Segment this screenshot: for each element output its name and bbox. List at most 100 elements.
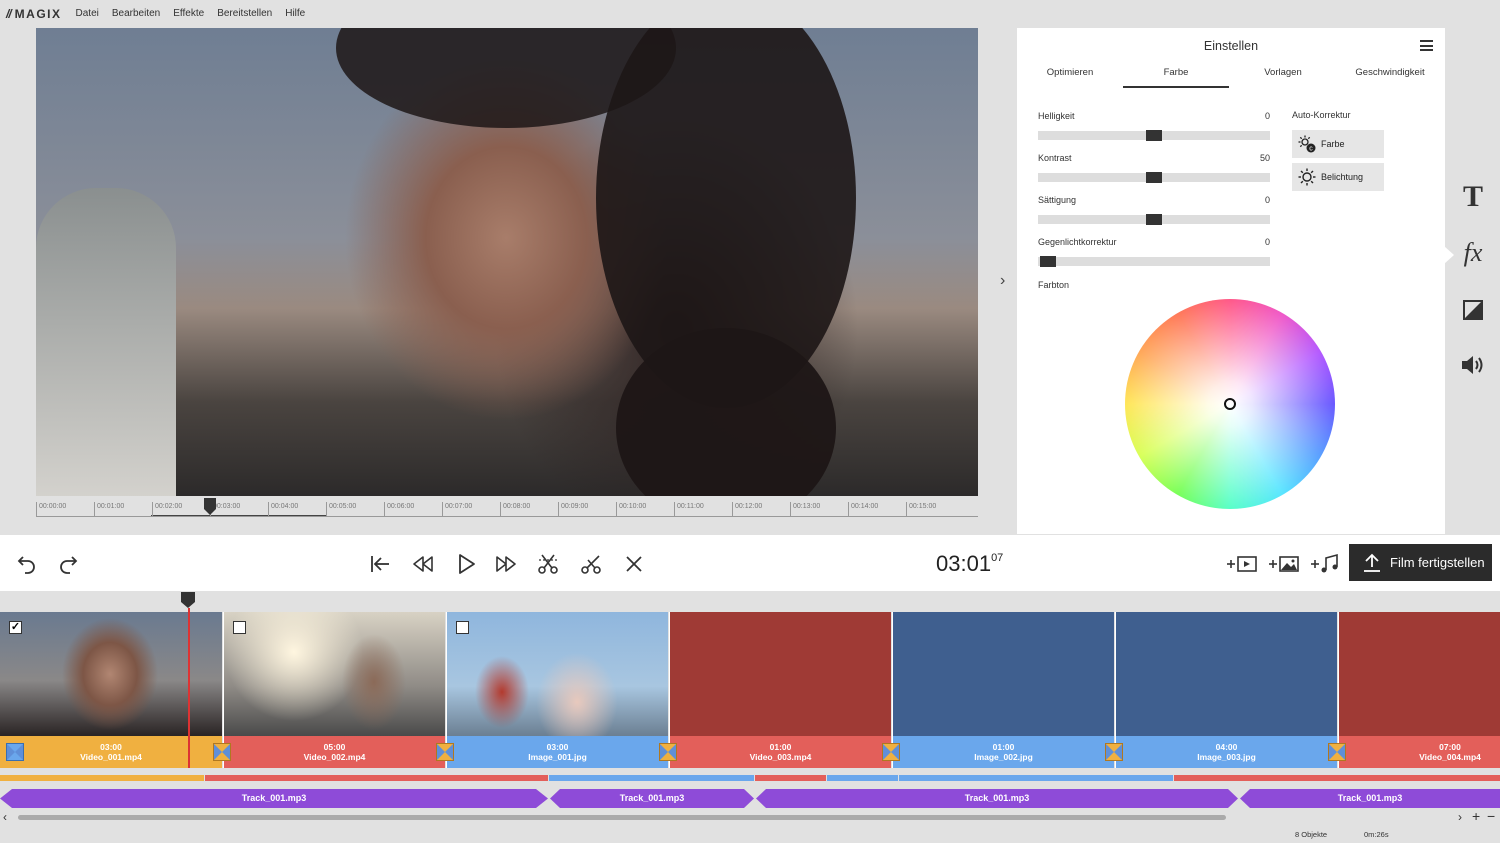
add-video-icon[interactable] <box>1226 552 1258 576</box>
scissors-icon[interactable] <box>579 552 603 576</box>
ruler-tick: 00:02:00 <box>152 502 182 516</box>
delete-close-icon[interactable] <box>622 552 646 576</box>
ruler-tick: 00:11:00 <box>674 502 704 516</box>
ruler-tick: 00:15:00 <box>906 502 936 516</box>
overview-segment <box>549 775 754 781</box>
timeline-clip[interactable]: 05:00 Video_002.mp4 <box>223 612 445 768</box>
auto-belichtung-button[interactable]: Belichtung <box>1292 163 1384 191</box>
hue-label: Farbton <box>1038 280 1070 290</box>
volume-icon[interactable] <box>1460 354 1486 376</box>
overview-segment <box>1174 775 1500 781</box>
ruler-tick: 00:00:00 <box>36 502 66 516</box>
scroll-right-chevron-icon[interactable]: › <box>1458 810 1462 824</box>
color-correction-icon[interactable] <box>1463 300 1483 320</box>
slider-label-kontrast: Kontrast <box>1038 153 1072 163</box>
zoom-in-icon[interactable]: + <box>1472 808 1480 824</box>
scroll-left-chevron-icon[interactable]: ‹ <box>3 810 7 824</box>
menu-effekte[interactable]: Effekte <box>173 8 204 19</box>
slider-label-saettigung: Sättigung <box>1038 195 1077 205</box>
preview-playhead-handle[interactable] <box>203 498 217 516</box>
tab-optimieren[interactable]: Optimieren <box>1017 67 1123 86</box>
audio-clip[interactable]: Track_001.mp3 <box>1240 789 1500 808</box>
tab-vorlagen[interactable]: Vorlagen <box>1230 67 1336 86</box>
text-icon[interactable]: T <box>1458 180 1488 214</box>
timeline-clip[interactable]: 01:00 Image_002.jpg <box>892 612 1114 768</box>
saettigung-slider[interactable] <box>1038 214 1270 225</box>
hamburger-menu-icon[interactable] <box>1420 40 1433 51</box>
gegenlichtkorrektur-slider[interactable] <box>1038 256 1270 267</box>
hue-wheel-cursor[interactable] <box>1224 398 1236 410</box>
slider-knob[interactable] <box>1146 214 1162 225</box>
timeline-clip[interactable]: 04:00 Image_003.jpg <box>1115 612 1337 768</box>
zoom-out-icon[interactable]: − <box>1487 808 1495 824</box>
audio-clip[interactable]: Track_001.mp3 <box>550 789 754 808</box>
redo-icon[interactable] <box>56 552 80 576</box>
menu-bar: // MAGIX Datei Bearbeiten Effekte Bereit… <box>0 0 1500 27</box>
overview-segment <box>899 775 1173 781</box>
transition-icon[interactable] <box>213 743 231 761</box>
film-fertigstellen-button[interactable]: Film fertigstellen <box>1349 544 1492 581</box>
undo-icon[interactable] <box>15 552 39 576</box>
clip-name: Video_003.mp4 <box>749 752 812 762</box>
transition-icon[interactable] <box>659 743 677 761</box>
menu-bereitstellen[interactable]: Bereitstellen <box>217 8 272 19</box>
ruler-tick: 00:08:00 <box>500 502 530 516</box>
add-music-icon[interactable] <box>1310 552 1340 576</box>
timeline-playhead-handle[interactable] <box>180 592 196 609</box>
timeline-playhead <box>188 608 190 768</box>
clip-name: Video_002.mp4 <box>303 752 366 762</box>
slider-knob[interactable] <box>1146 172 1162 183</box>
clip-duration: 01:00 <box>992 742 1015 752</box>
ruler-tick: 00:09:00 <box>558 502 588 516</box>
ruler-tick: 00:06:00 <box>384 502 414 516</box>
tab-farbe[interactable]: Farbe <box>1123 67 1229 88</box>
export-label: Film fertigstellen <box>1390 555 1485 570</box>
slider-knob[interactable] <box>1146 130 1162 141</box>
preview-person-left <box>36 188 176 496</box>
transition-icon[interactable] <box>882 743 900 761</box>
collapse-panel-chevron-icon[interactable]: › <box>1000 272 1005 290</box>
rewind-icon[interactable] <box>411 552 435 576</box>
audio-clip[interactable]: Track_001.mp3 <box>0 789 548 808</box>
status-object-count: 8 Objekte <box>1295 830 1328 839</box>
timecode-frames: 07 <box>991 551 1004 564</box>
audio-clip[interactable]: Track_001.mp3 <box>756 789 1238 808</box>
kontrast-slider[interactable] <box>1038 172 1270 183</box>
tab-geschwindigkeit[interactable]: Geschwindigkeit <box>1337 67 1443 86</box>
preview-time-ruler[interactable]: 00:00:00 00:01:00 00:02:00 00:03:00 00:0… <box>36 498 978 518</box>
clip-checkbox[interactable] <box>456 621 469 634</box>
timeline-clip[interactable]: 01:00 Video_003.mp4 <box>669 612 891 768</box>
menu-bearbeiten[interactable]: Bearbeiten <box>112 8 160 19</box>
clip-checkbox[interactable] <box>233 621 246 634</box>
clip-checkbox[interactable]: ✓ <box>9 621 22 634</box>
auto-farbe-label: Farbe <box>1321 139 1345 149</box>
timeline-clip[interactable]: 07:00 Video_004.mp4 <box>1338 612 1500 768</box>
slider-label-helligkeit: Helligkeit <box>1038 111 1075 121</box>
hue-color-wheel[interactable] <box>1125 299 1335 509</box>
skip-to-start-icon[interactable] <box>368 552 392 576</box>
fx-icon[interactable]: fx <box>1458 238 1488 268</box>
menu-hilfe[interactable]: Hilfe <box>285 8 305 19</box>
transition-icon[interactable] <box>1105 743 1123 761</box>
active-tool-pointer-icon <box>1444 246 1454 264</box>
split-cut-icon[interactable] <box>536 552 560 576</box>
menu-datei[interactable]: Datei <box>76 8 99 19</box>
timeline-scrollbar[interactable]: ‹ › + − <box>0 808 1500 824</box>
clip-thumbnail <box>893 612 1114 736</box>
clip-thumbnail <box>1116 612 1337 736</box>
transition-icon[interactable] <box>1328 743 1346 761</box>
scrollbar-thumb[interactable] <box>18 815 1226 820</box>
logo-mark-icon: // <box>6 6 12 21</box>
slider-knob[interactable] <box>1040 256 1056 267</box>
add-image-icon[interactable] <box>1268 552 1300 576</box>
video-preview[interactable] <box>36 28 978 496</box>
clip-duration: 04:00 <box>1215 742 1238 752</box>
fast-forward-icon[interactable] <box>494 552 518 576</box>
play-icon[interactable] <box>454 552 478 576</box>
helligkeit-slider[interactable] <box>1038 130 1270 141</box>
auto-farbe-button[interactable]: c Farbe <box>1292 130 1384 158</box>
transition-icon[interactable] <box>436 743 454 761</box>
transition-icon[interactable] <box>6 743 24 761</box>
clip-thumbnail <box>224 612 445 736</box>
timeline-clip[interactable]: 03:00 Image_001.jpg <box>446 612 668 768</box>
